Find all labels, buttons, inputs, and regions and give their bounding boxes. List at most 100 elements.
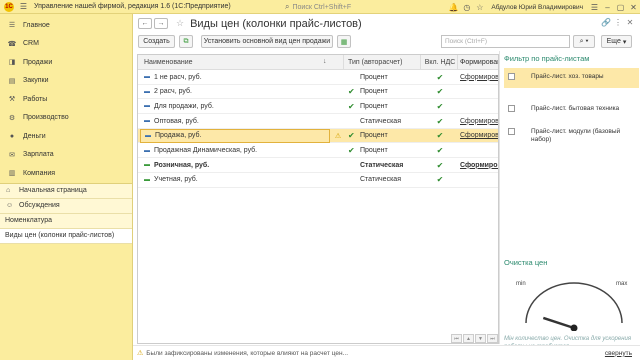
row-form-link[interactable] bbox=[460, 99, 498, 113]
section-purchases[interactable]: ▤ Закупки bbox=[0, 72, 132, 91]
row-name-text: Розничная, руб. bbox=[154, 161, 210, 169]
more-options-icon[interactable]: ⋮ bbox=[612, 18, 624, 27]
open-window-price-types[interactable]: Виды цен (колонки прайс-листов) bbox=[0, 228, 132, 244]
favorite-star-icon[interactable]: ☆ bbox=[176, 18, 184, 29]
section-label: Главное bbox=[23, 21, 50, 29]
price-list-button[interactable]: ▦ bbox=[337, 35, 351, 48]
table-row[interactable]: ▬ Продажная Динамическая, руб. ✔ Процент … bbox=[138, 144, 498, 159]
checkbox[interactable] bbox=[508, 73, 515, 80]
forward-button[interactable]: → bbox=[154, 18, 168, 29]
filter-item[interactable]: Прайс-лист. бытовая техника bbox=[504, 105, 639, 117]
link-icon[interactable]: 🔗 bbox=[600, 18, 612, 27]
global-search[interactable]: ⌕ Поиск Ctrl+Shift+F bbox=[285, 2, 351, 12]
create-button[interactable]: Создать bbox=[138, 35, 175, 48]
more-label: Еще bbox=[606, 38, 621, 45]
filter-panel: Фильтр по прайс-листам Прайс-лист. хоз. … bbox=[499, 51, 640, 350]
row-name-text: Учетная, руб. bbox=[154, 176, 198, 184]
row-form-link[interactable]: Сформирова bbox=[460, 70, 498, 84]
row-type: Статическая bbox=[360, 176, 401, 184]
table-row[interactable]: ▬ 2 расч, руб. ✔ Процент ✔ bbox=[138, 85, 498, 100]
copy-button[interactable]: ⧉ bbox=[179, 35, 193, 48]
open-windows-list: ⌂ Начальная страница ☺ Обсуждения Номенкла… bbox=[0, 183, 132, 244]
sort-desc-icon[interactable]: ↓ bbox=[323, 58, 327, 65]
filter-item[interactable]: Прайс-лист. модули (базовый набор) bbox=[504, 128, 639, 148]
vat-check-icon: ✔ bbox=[436, 87, 444, 97]
row-form-link[interactable] bbox=[460, 85, 498, 99]
section-main[interactable]: ☰ Главное bbox=[0, 16, 132, 35]
table-row[interactable]: ▬ Учетная, руб. Статическая ✔ bbox=[138, 173, 498, 188]
col-vat-header[interactable]: Вкл. НДС bbox=[425, 55, 455, 69]
section-production[interactable]: ⚙ Производство bbox=[0, 109, 132, 128]
settings-icon[interactable]: ☰ bbox=[588, 3, 601, 12]
section-salary[interactable]: ✉ Зарплата bbox=[0, 146, 132, 165]
table-row-selected[interactable]: ▬ Продажа, руб. ⚠ ✔ Процент ✔ Сформирова bbox=[138, 128, 498, 144]
section-sales[interactable]: ◨ Продажи bbox=[0, 53, 132, 72]
list-search[interactable] bbox=[441, 35, 570, 48]
open-window-nomenclature[interactable]: Номенклатура bbox=[0, 214, 132, 229]
row-form-link[interactable]: Сформирова bbox=[460, 129, 498, 143]
search-options-button[interactable]: ⌕ ▾ bbox=[573, 35, 595, 48]
scroll-next-icon[interactable]: ▼ bbox=[475, 334, 486, 343]
scroll-last-icon[interactable]: ⏭ bbox=[487, 334, 498, 343]
checkbox[interactable] bbox=[508, 128, 515, 135]
current-user[interactable]: Абдулов Юрий Владимирович bbox=[491, 4, 583, 11]
section-label: Компания bbox=[23, 169, 56, 177]
status-message[interactable]: Были зафиксированы изменения, которые вл… bbox=[146, 350, 348, 357]
set-main-price-button[interactable]: Установить основной вид цен продажи bbox=[201, 35, 333, 48]
row-name: ▬ Розничная, руб. bbox=[144, 158, 329, 172]
row-form-link[interactable]: Сформирова bbox=[460, 114, 498, 128]
row-name: ▬ Продажа, руб. bbox=[140, 128, 330, 143]
checkbox[interactable] bbox=[508, 105, 515, 112]
row-form-link[interactable] bbox=[460, 144, 498, 158]
section-works[interactable]: ⚒ Работы bbox=[0, 90, 132, 109]
table-icon: ▦ bbox=[340, 38, 348, 46]
section-crm[interactable]: ☎ CRM bbox=[0, 35, 132, 54]
row-form-link[interactable] bbox=[460, 173, 498, 187]
open-window-home[interactable]: ⌂ Начальная страница bbox=[0, 184, 132, 199]
form-header: ← → ☆ Виды цен (колонки прайс-листов) 🔗 … bbox=[133, 14, 640, 33]
gauge-arc bbox=[525, 282, 623, 324]
row-name-text: Продажа, руб. bbox=[155, 132, 202, 140]
section-money[interactable]: ● Деньги bbox=[0, 127, 132, 146]
app-title: Управление нашей фирмой, редакция 1.6 (1… bbox=[34, 3, 231, 10]
menu-icon[interactable]: ☰ bbox=[19, 2, 28, 11]
item-icon: ▬ bbox=[144, 103, 150, 110]
filter-item[interactable]: Прайс-лист. хоз. товары bbox=[504, 68, 639, 88]
section-company[interactable]: ▥ Компания bbox=[0, 164, 132, 183]
sections-panel: ☰ Главное ☎ CRM ◨ Продажи ▤ Закупки ⚒ Работы … bbox=[0, 14, 133, 360]
accounting-item-icon: ▬ bbox=[144, 176, 150, 183]
close-icon[interactable]: ✕ bbox=[627, 3, 640, 12]
table-row[interactable]: ▬ Розничная, руб. Статическая ✔ Сформиров… bbox=[138, 158, 498, 173]
sales-icon: ◨ bbox=[8, 59, 16, 67]
col-form-header[interactable]: Формирован bbox=[460, 55, 498, 69]
close-form-icon[interactable]: ✕ bbox=[624, 18, 636, 27]
open-window-discussions[interactable]: ☺ Обсуждения bbox=[0, 199, 132, 214]
col-name-header[interactable]: Наименование bbox=[144, 55, 329, 69]
list-search-input[interactable] bbox=[445, 38, 569, 45]
arrow-left-icon: ← bbox=[141, 20, 149, 27]
row-name: ▬ Продажная Динамическая, руб. bbox=[144, 144, 329, 158]
row-form-link[interactable]: Сформирова bbox=[460, 158, 498, 172]
table-row[interactable]: ▬ Оптовая, руб. Статическая ✔ Сформирова bbox=[138, 114, 498, 129]
item-icon: ▬ bbox=[144, 147, 150, 154]
notifications-icon[interactable]: 🔔 bbox=[447, 3, 460, 12]
vat-check-icon: ✔ bbox=[436, 131, 444, 141]
row-type: Процент bbox=[360, 102, 388, 110]
collapse-link[interactable]: свернуть bbox=[605, 350, 632, 357]
maximize-icon[interactable]: ▢ bbox=[614, 3, 627, 12]
money-icon: ● bbox=[9, 132, 15, 140]
row-name: ▬ 1 не расч, руб. bbox=[144, 70, 329, 84]
back-button[interactable]: ← bbox=[138, 18, 152, 29]
history-icon[interactable]: ◷ bbox=[460, 3, 473, 12]
arrow-right-icon: → bbox=[157, 20, 165, 27]
favorites-icon[interactable]: ☆ bbox=[473, 3, 486, 12]
table-row[interactable]: ▬ Для продажи, руб. ✔ Процент ✔ bbox=[138, 99, 498, 115]
gauge-min-label: min bbox=[516, 281, 526, 287]
table-row[interactable]: ▬ 1 не расч, руб. Процент ✔ Сформирова bbox=[138, 70, 498, 85]
more-button[interactable]: Еще ▾ bbox=[601, 35, 632, 48]
scroll-first-icon[interactable]: ⏮ bbox=[451, 334, 462, 343]
col-type-header[interactable]: Тип (авторасчет) bbox=[348, 55, 418, 69]
open-window-label: Виды цен (колонки прайс-листов) bbox=[5, 232, 115, 239]
minimize-icon[interactable]: – bbox=[601, 3, 614, 12]
scroll-prev-icon[interactable]: ▲ bbox=[463, 334, 474, 343]
